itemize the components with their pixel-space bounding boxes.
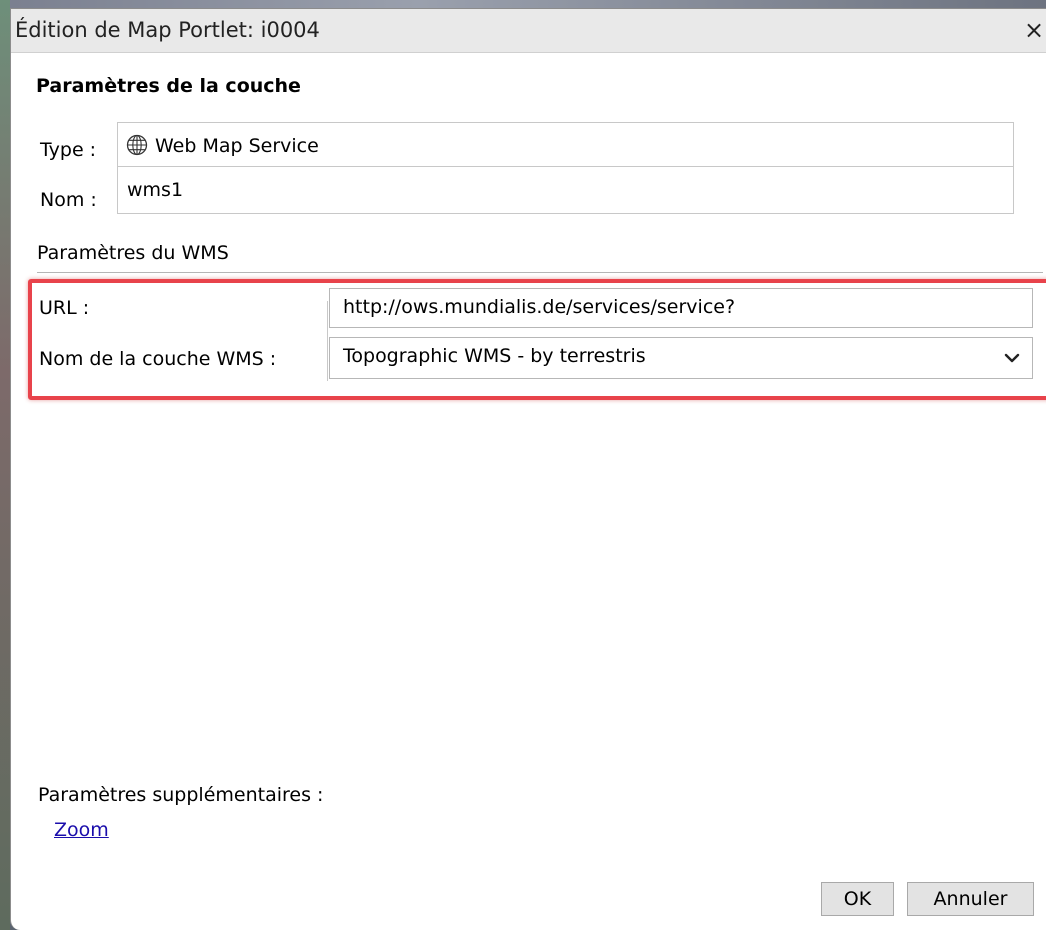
- wms-layer-select[interactable]: Topographic WMS - by terrestris: [329, 337, 1033, 379]
- close-button[interactable]: ×: [1021, 15, 1046, 45]
- extra-params-label: Paramètres supplémentaires :: [38, 784, 324, 806]
- chevron-down-icon: [1004, 353, 1020, 363]
- url-label: URL :: [39, 297, 90, 319]
- layer-params-title: Paramètres de la couche: [36, 75, 301, 97]
- name-label: Nom :: [40, 189, 97, 211]
- cancel-button[interactable]: Annuler: [907, 882, 1034, 916]
- zoom-link[interactable]: Zoom: [54, 819, 109, 841]
- name-field[interactable]: wms1: [117, 166, 1014, 214]
- type-label: Type :: [40, 139, 97, 161]
- name-value: wms1: [127, 179, 184, 201]
- url-input[interactable]: http://ows.mundialis.de/services/service…: [329, 288, 1033, 328]
- wms-subhead-divider: [37, 272, 1043, 273]
- globe-icon: [126, 134, 148, 156]
- type-value: Web Map Service: [155, 135, 319, 157]
- dialog-titlebar[interactable]: Édition de Map Portlet: i0004 ×: [11, 9, 1046, 53]
- dialog-title: Édition de Map Portlet: i0004: [15, 18, 320, 42]
- wms-subhead: Paramètres du WMS: [37, 242, 229, 264]
- close-icon: ×: [1023, 16, 1045, 44]
- wms-layer-selected: Topographic WMS - by terrestris: [343, 345, 646, 367]
- type-field: Web Map Service: [117, 122, 1014, 170]
- background-strip-top: [0, 0, 1046, 8]
- map-portlet-dialog: Édition de Map Portlet: i0004 × Paramètr…: [10, 8, 1046, 930]
- background-strip-left: [0, 0, 10, 930]
- wms-column-divider: [327, 301, 328, 381]
- url-value: http://ows.mundialis.de/services/service…: [343, 296, 736, 318]
- wms-layer-label: Nom de la couche WMS :: [39, 348, 277, 370]
- ok-button[interactable]: OK: [821, 882, 894, 916]
